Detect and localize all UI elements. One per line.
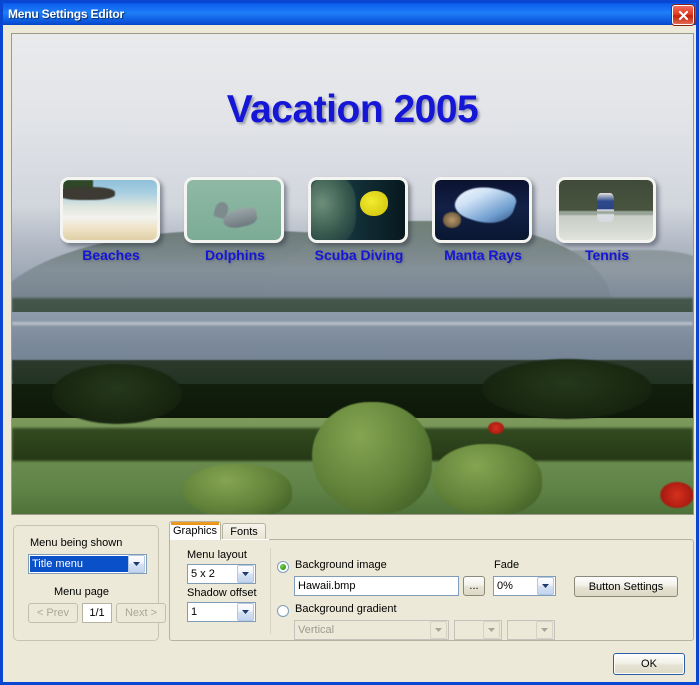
menu-title-text[interactable]: Vacation 2005 [12,88,693,132]
preview-palm-right [482,359,652,419]
tab-graphics-label: Graphics [172,525,218,537]
background-image-input[interactable]: Hawaii.bmp [294,576,459,596]
menu-button-manta-rays[interactable] [432,177,532,243]
preview-palm-left [52,364,182,424]
prev-page-button[interactable]: < Prev [28,603,78,623]
shadow-offset-label: Shadow offset [187,587,257,599]
preview-red-flower-small [488,422,504,434]
menu-page-label: Menu page [54,586,110,598]
menu-button-label-scuba-diving[interactable]: Scuba Diving [297,247,421,263]
background-image-radio[interactable] [277,561,289,573]
fade-label: Fade [494,559,520,571]
menu-button-label-tennis[interactable]: Tennis [545,247,669,263]
menu-button-tennis[interactable] [556,177,656,243]
menu-button-dolphins[interactable] [184,177,284,243]
graphics-tab-panel: Menu layout 5 x 2 Shadow offset 1 Backgr… [169,539,694,641]
gradient-color2-select[interactable] [507,620,555,640]
chevron-down-icon[interactable] [237,565,254,583]
menu-being-shown-label: Menu being shown [30,537,123,549]
ok-button[interactable]: OK [613,653,685,675]
menu-button-scuba-diving[interactable] [308,177,408,243]
tab-fonts-label: Fonts [230,525,258,538]
chevron-down-glyph [435,628,442,632]
menu-being-shown-select[interactable]: Title menu [28,554,147,574]
preview-surf-line [12,322,693,325]
menu-layout-value: 5 x 2 [191,568,215,580]
preview-bush-right [432,444,542,514]
tab-graphics[interactable]: Graphics [169,521,221,540]
browse-background-image-button[interactable]: ... [463,576,485,596]
menu-settings-editor-window: Menu Settings Editor Vacation 2005 Beach… [0,0,699,685]
chevron-down-glyph [242,610,249,614]
menu-layout-label: Menu layout [187,549,247,561]
menu-button-label-dolphins[interactable]: Dolphins [173,247,297,263]
tennis-thumbnail [559,180,653,240]
menu-button-beaches[interactable] [60,177,160,243]
menu-preview-pane[interactable]: Vacation 2005 Beaches Dolphins Scuba Div… [11,33,694,515]
preview-bush-left [182,464,292,514]
menu-button-label-manta-rays[interactable]: Manta Rays [421,247,545,263]
shadow-offset-select[interactable]: 1 [187,602,256,622]
menu-being-shown-value: Title menu [30,556,128,572]
scuba-thumbnail [311,180,405,240]
window-title: Menu Settings Editor [8,7,125,21]
chevron-down-glyph [541,628,548,632]
chevron-down-icon[interactable] [483,621,500,639]
next-page-button[interactable]: Next > [116,603,166,623]
fade-select[interactable]: 0% [493,576,556,596]
background-image-label: Background image [295,559,387,571]
menu-button-label-beaches[interactable]: Beaches [49,247,173,263]
tab-fonts[interactable]: Fonts [222,523,266,540]
chevron-down-glyph [488,628,495,632]
beach-thumbnail [63,180,157,240]
shadow-offset-value: 1 [191,606,198,618]
chevron-down-glyph [133,562,140,566]
manta-ray-thumbnail [435,180,529,240]
background-gradient-label: Background gradient [295,603,397,615]
close-x-glyph [678,10,688,20]
menu-layout-select[interactable]: 5 x 2 [187,564,256,584]
chevron-down-icon[interactable] [430,621,447,639]
close-icon[interactable] [672,5,694,25]
chevron-down-icon[interactable] [537,577,554,595]
preview-bush-center [312,402,432,514]
chevron-down-glyph [542,584,549,588]
title-bar: Menu Settings Editor [3,3,696,25]
chevron-down-glyph [242,572,249,576]
background-gradient-radio[interactable] [277,605,289,617]
page-indicator: 1/1 [82,603,112,623]
gradient-color1-select[interactable] [454,620,502,640]
button-settings-button[interactable]: Button Settings [574,576,678,597]
gradient-direction-select[interactable]: Vertical [294,620,449,640]
settings-tabstrip: Graphics Fonts [169,521,269,540]
gradient-direction-value: Vertical [298,624,335,636]
menu-selection-group: Menu being shown Title menu Menu page < … [13,525,166,641]
chevron-down-icon[interactable] [128,555,145,573]
chevron-down-icon[interactable] [237,603,254,621]
dolphin-thumbnail [187,180,281,240]
menu-button-row: Beaches Dolphins Scuba Diving Manta Rays… [12,177,693,267]
chevron-down-icon[interactable] [536,621,553,639]
fade-value: 0% [497,580,513,592]
panel-divider [270,548,271,634]
preview-red-flowers [660,482,693,508]
